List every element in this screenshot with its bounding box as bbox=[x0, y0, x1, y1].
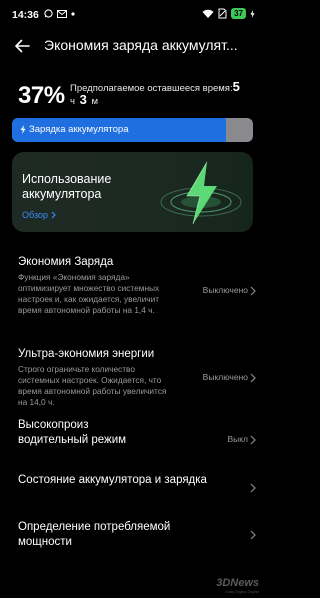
notification-dot-icon bbox=[71, 11, 75, 16]
overview-link[interactable]: Обзор bbox=[22, 210, 56, 220]
lightning-icon bbox=[20, 125, 26, 134]
page-title: Экономия заряда аккумулят... bbox=[44, 37, 238, 53]
status-bar: 14:36 37 bbox=[0, 0, 265, 28]
setting-battery-saver[interactable]: Экономия Заряда Функция «Экономия заряда… bbox=[18, 255, 256, 316]
energy-bolt-illustration bbox=[160, 161, 242, 225]
charging-label: Зарядка аккумулятора bbox=[29, 124, 129, 135]
back-arrow-icon[interactable] bbox=[12, 36, 32, 56]
chevron-right-icon bbox=[250, 435, 256, 445]
setting-title: Определение потребляемой мощности bbox=[18, 521, 171, 548]
chevron-right-icon bbox=[250, 483, 256, 493]
status-notification-icons bbox=[44, 9, 75, 18]
app-header: Экономия заряда аккумулят... bbox=[0, 28, 265, 64]
remaining-minutes-value: 3 bbox=[79, 92, 87, 107]
setting-battery-health-charging[interactable]: Состояние аккумулятора и зарядка bbox=[18, 473, 256, 493]
setting-title: Состояние аккумулятора и зарядка bbox=[18, 474, 207, 486]
whatsapp-icon bbox=[44, 9, 53, 18]
setting-value: Выключено bbox=[202, 372, 248, 382]
minutes-unit: м bbox=[91, 96, 98, 107]
sim-off-icon bbox=[218, 8, 227, 19]
setting-value: Выкл bbox=[227, 434, 248, 444]
battery-charge-bar: Зарядка аккумулятора bbox=[12, 118, 253, 142]
gmail-icon bbox=[57, 9, 67, 18]
status-system-icons: 37 bbox=[202, 8, 255, 19]
watermark-brand: 3DNews bbox=[216, 577, 259, 589]
hours-unit: ч bbox=[70, 96, 75, 107]
overview-link-label: Обзор bbox=[22, 210, 48, 220]
setting-description: Строго ограничьте количество системных н… bbox=[18, 364, 167, 407]
setting-description: Функция «Экономия заряда» оптимизирует м… bbox=[18, 272, 160, 315]
charging-status: Зарядка аккумулятора bbox=[20, 124, 128, 135]
setting-high-performance-mode[interactable]: Высокопроиз водительный режим Выкл bbox=[18, 418, 256, 448]
setting-power-consumption-detection[interactable]: Определение потребляемой мощности bbox=[18, 520, 256, 550]
chevron-right-icon bbox=[250, 373, 256, 383]
setting-title: Высокопроиз водительный режим bbox=[18, 419, 127, 446]
status-time: 14:36 bbox=[12, 9, 39, 21]
remaining-hours-value: 5 bbox=[232, 79, 240, 94]
wifi-icon bbox=[202, 9, 214, 18]
chevron-right-icon bbox=[250, 286, 256, 296]
battery-level-badge: 37 bbox=[231, 8, 246, 19]
watermark-tagline: Daily Digital Digest bbox=[225, 589, 259, 594]
battery-charging-icon bbox=[250, 9, 255, 18]
usage-card-title: Использование аккумулятора bbox=[22, 172, 112, 201]
battery-percent: 37% bbox=[18, 82, 65, 109]
setting-ultra-power-saving[interactable]: Ультра-экономия энергии Строго ограничьт… bbox=[18, 347, 256, 408]
chevron-right-icon bbox=[51, 211, 56, 219]
setting-title: Ультра-экономия энергии bbox=[18, 348, 155, 360]
watermark: 3DNews Daily Digital Digest bbox=[216, 577, 259, 594]
chevron-right-icon bbox=[250, 530, 256, 540]
battery-usage-card[interactable]: Использование аккумулятора Обзор bbox=[12, 152, 253, 232]
setting-value: Выключено bbox=[202, 285, 248, 295]
remaining-time-units: ч 3 м bbox=[70, 92, 98, 107]
setting-title: Экономия Заряда bbox=[18, 256, 114, 268]
